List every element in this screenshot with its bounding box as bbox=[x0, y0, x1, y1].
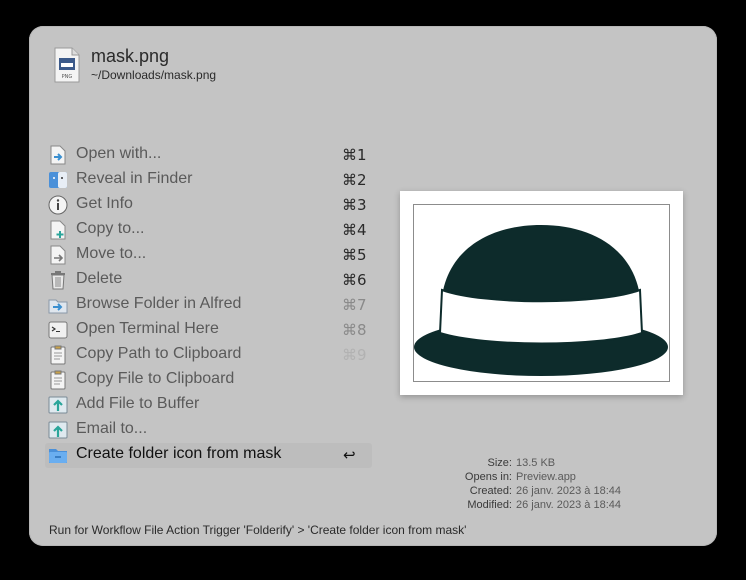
action-reveal-in-finder[interactable]: Reveal in Finder ⌘2 bbox=[45, 168, 372, 193]
action-label: Move to... bbox=[76, 245, 147, 262]
modified-value: 26 janv. 2023 à 18:44 bbox=[516, 499, 621, 511]
opens-in-label: Opens in: bbox=[464, 471, 512, 483]
action-label: Open with... bbox=[76, 145, 162, 162]
info-icon bbox=[48, 195, 68, 215]
clipboard-icon bbox=[50, 345, 66, 365]
file-name: mask.png bbox=[91, 46, 170, 66]
shortcut-label: ⌘4 bbox=[342, 221, 367, 239]
move-to-icon bbox=[50, 245, 66, 265]
modified-label: Modified: bbox=[467, 499, 512, 511]
svg-text:PNG: PNG bbox=[62, 74, 73, 80]
shortcut-label: ⌘1 bbox=[342, 146, 367, 164]
shortcut-label: ⌘2 bbox=[342, 171, 367, 189]
preview-frame bbox=[413, 204, 670, 382]
copy-to-icon bbox=[50, 220, 66, 240]
opens-in-value: Preview.app bbox=[516, 471, 576, 483]
action-copy-path[interactable]: Copy Path to Clipboard ⌘9 bbox=[45, 343, 372, 368]
shortcut-label: ⌘7 bbox=[342, 296, 367, 314]
action-create-folder-icon[interactable]: Create folder icon from mask ↩ bbox=[45, 443, 372, 468]
created-value: 26 janv. 2023 à 18:44 bbox=[516, 485, 621, 497]
action-open-with[interactable]: Open with... ⌘1 bbox=[45, 143, 372, 168]
png-file-icon: PNG bbox=[54, 47, 80, 83]
action-label: Open Terminal Here bbox=[76, 320, 219, 337]
action-label: Add File to Buffer bbox=[76, 395, 200, 412]
action-get-info[interactable]: Get Info ⌘3 bbox=[45, 193, 372, 218]
folder-icon bbox=[49, 449, 67, 463]
action-label: Copy Path to Clipboard bbox=[76, 345, 242, 362]
action-copy-to[interactable]: Copy to... ⌘4 bbox=[45, 218, 372, 243]
created-label: Created: bbox=[469, 485, 512, 497]
buffer-icon bbox=[48, 396, 68, 414]
action-label: Browse Folder in Alfred bbox=[76, 295, 242, 312]
file-path: ~/Downloads/mask.png bbox=[91, 68, 217, 82]
action-open-terminal[interactable]: Open Terminal Here ⌘8 bbox=[45, 318, 372, 343]
action-label: Delete bbox=[76, 270, 123, 287]
action-label: Copy File to Clipboard bbox=[76, 370, 235, 387]
email-icon bbox=[48, 421, 68, 439]
action-move-to[interactable]: Move to... ⌘5 bbox=[45, 243, 372, 268]
action-label: Get Info bbox=[76, 195, 133, 212]
hat-image bbox=[414, 225, 668, 376]
shortcut-label: ⌘6 bbox=[342, 271, 367, 289]
clipboard-icon bbox=[50, 370, 66, 390]
terminal-icon bbox=[48, 321, 68, 339]
shortcut-label: ⌘5 bbox=[342, 246, 367, 264]
action-label: Copy to... bbox=[76, 220, 145, 237]
finder-icon bbox=[49, 172, 67, 188]
action-copy-file[interactable]: Copy File to Clipboard bbox=[45, 368, 372, 393]
action-browse-folder[interactable]: Browse Folder in Alfred ⌘7 bbox=[45, 293, 372, 318]
browse-folder-icon bbox=[48, 299, 68, 314]
action-label: Reveal in Finder bbox=[76, 170, 193, 187]
image-preview bbox=[400, 191, 683, 395]
action-label: Email to... bbox=[76, 420, 148, 437]
return-key-icon: ↩ bbox=[343, 446, 356, 464]
shortcut-label: ⌘3 bbox=[342, 196, 367, 214]
action-add-to-buffer[interactable]: Add File to Buffer bbox=[45, 393, 372, 418]
size-label: Size: bbox=[487, 457, 512, 469]
shortcut-label: ⌘9 bbox=[342, 346, 367, 364]
action-email-to[interactable]: Email to... bbox=[45, 418, 372, 443]
trash-icon bbox=[51, 271, 65, 290]
status-footer: Run for Workflow File Action Trigger 'Fo… bbox=[49, 523, 467, 537]
action-delete[interactable]: Delete ⌘6 bbox=[45, 268, 372, 293]
open-with-icon bbox=[50, 145, 66, 165]
action-label: Create folder icon from mask bbox=[76, 445, 282, 462]
size-value: 13.5 KB bbox=[516, 457, 556, 469]
shortcut-label: ⌘8 bbox=[342, 321, 367, 339]
